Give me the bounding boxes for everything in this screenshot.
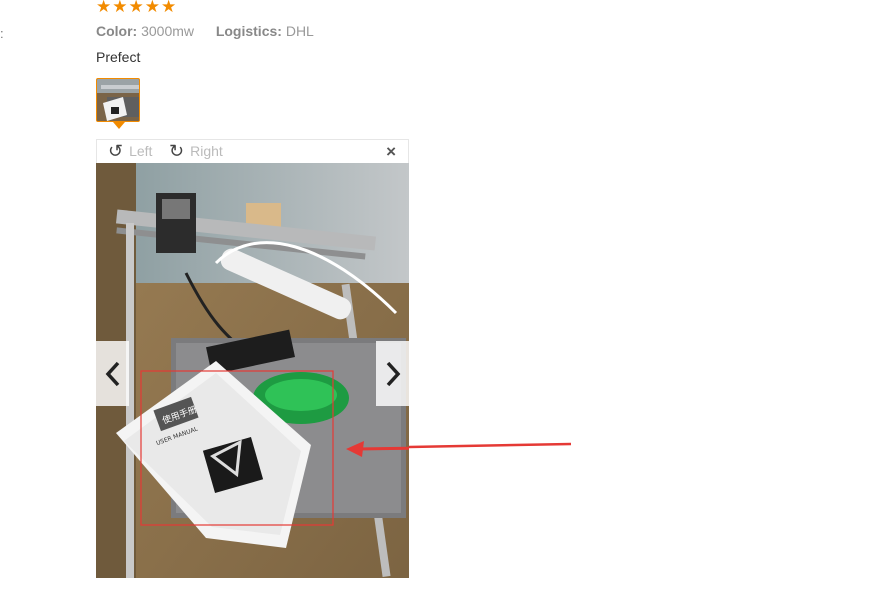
rotate-left-label: Left <box>129 143 153 159</box>
logistics-value: DHL <box>285 23 314 39</box>
rotate-left-button[interactable]: ↺ Left <box>108 141 153 161</box>
photo-image: 使用手册 USER MANUAL <box>96 163 409 578</box>
color-value: 3000mw <box>141 23 195 39</box>
chevron-left-icon <box>105 361 119 386</box>
rotate-right-button[interactable]: ↻ Right <box>169 141 223 161</box>
star-icon: ★ <box>144 0 160 16</box>
rotate-right-label: Right <box>190 143 223 159</box>
thumbnail-selected-caret <box>113 122 125 129</box>
annotation-arrow-tail <box>409 442 572 449</box>
photo-viewer: ↺ Left ↻ Right × 使用手册 USER MANUAL <box>96 139 409 578</box>
color-label: Color: <box>96 23 138 39</box>
star-icon: ★ <box>112 0 128 16</box>
star-icon: ★ <box>161 0 177 16</box>
next-photo-button[interactable] <box>376 341 409 406</box>
review-attributes: Color: 3000mw Logistics: DHL <box>96 23 314 39</box>
viewer-toolbar: ↺ Left ↻ Right × <box>96 139 409 163</box>
review-text: Prefect <box>96 49 141 65</box>
chevron-right-icon <box>386 361 400 386</box>
star-icon: ★ <box>128 0 144 16</box>
review-photo: 使用手册 USER MANUAL <box>96 163 409 578</box>
left-edge-mark: : <box>0 26 4 41</box>
logistics-label: Logistics: <box>215 23 282 39</box>
star-rating: ★ ★ ★ ★ ★ <box>96 0 176 15</box>
previous-photo-button[interactable] <box>96 341 129 406</box>
close-viewer-button[interactable]: × <box>386 143 396 160</box>
rotate-right-icon: ↻ <box>169 141 185 161</box>
review-photo-thumbnail[interactable] <box>96 78 140 122</box>
rotate-left-icon: ↺ <box>108 141 124 161</box>
star-icon: ★ <box>96 0 112 16</box>
thumbnail-image <box>97 79 139 121</box>
